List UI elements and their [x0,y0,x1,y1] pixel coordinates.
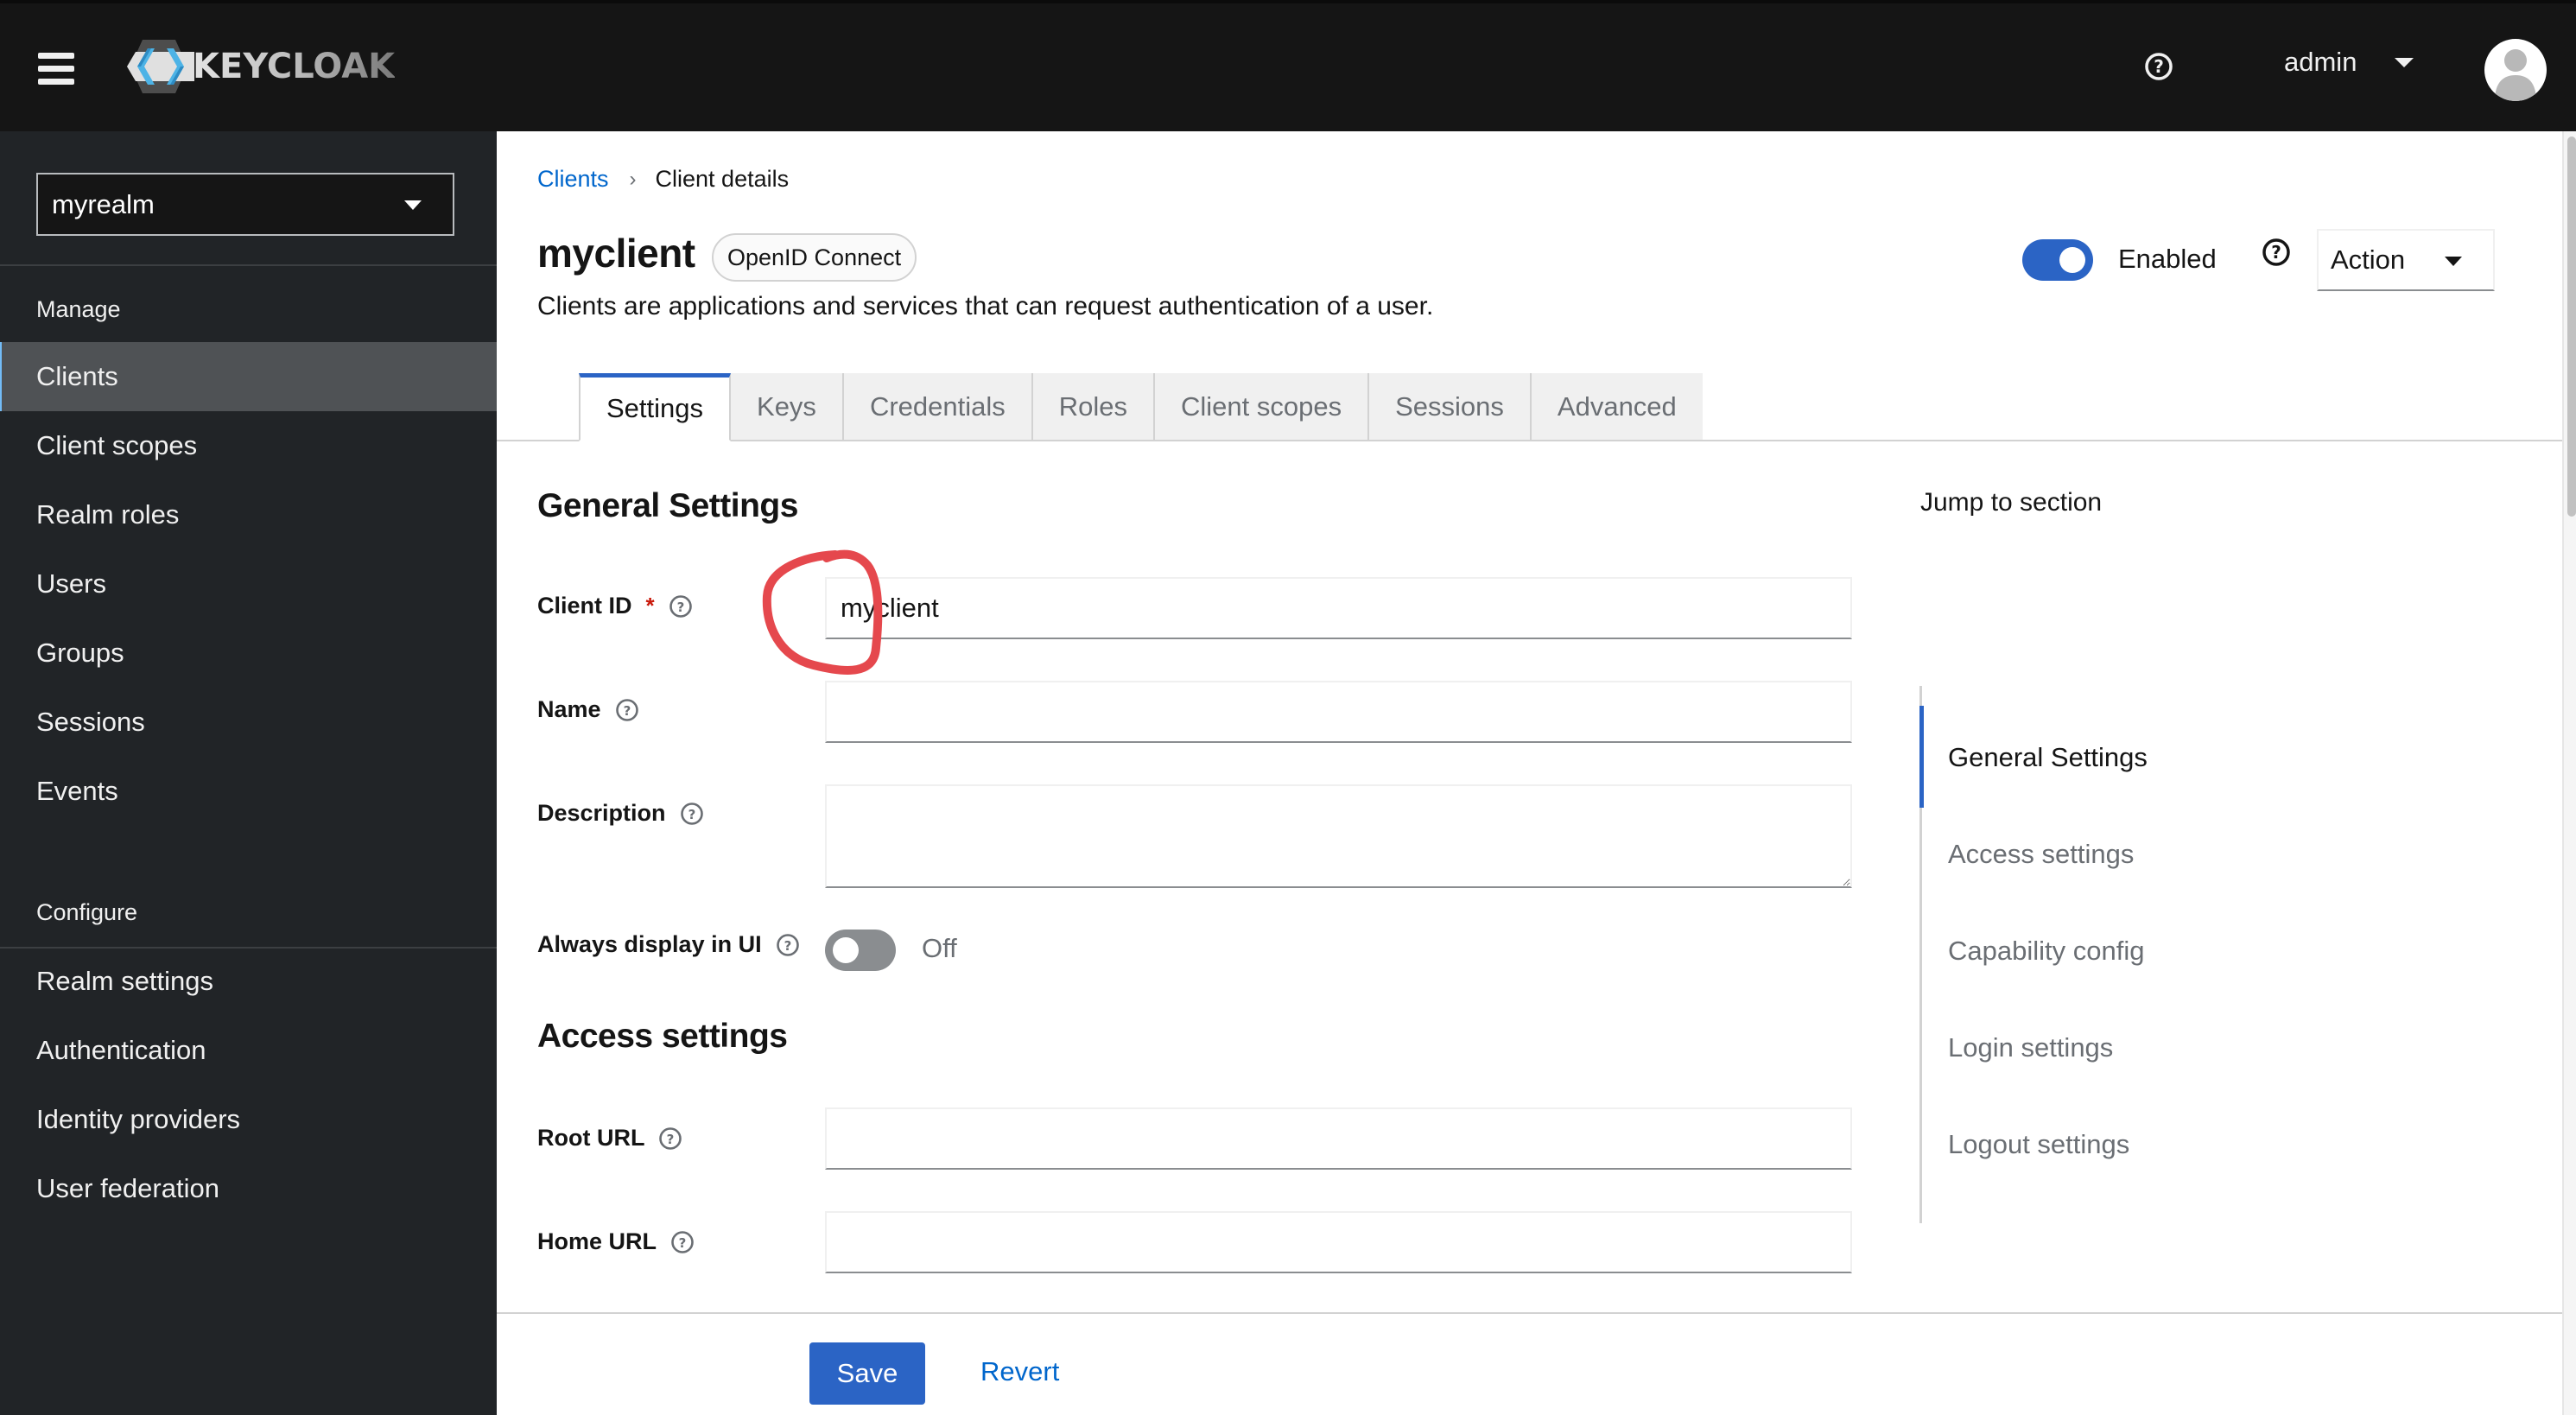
jump-link-capability-config[interactable]: Capability config [1948,936,2144,967]
realm-name: myrealm [52,188,155,219]
sidebar-item-groups[interactable]: Groups [0,619,497,688]
enabled-label: Enabled [2118,244,2217,274]
revert-button[interactable]: Revert [980,1356,1059,1387]
breadcrumb-current: Client details [655,166,790,192]
home-url-label: Home URL ? [537,1228,695,1255]
jump-link-login-settings[interactable]: Login settings [1948,1032,2113,1063]
jump-link-access-settings[interactable]: Access settings [1948,839,2134,870]
home-url-input[interactable] [825,1211,1852,1273]
svg-text:?: ? [784,938,791,954]
svg-text:?: ? [2271,242,2281,263]
sidebar-item-identity-providers[interactable]: Identity providers [0,1085,497,1154]
page-scrollbar-thumb[interactable] [2567,136,2576,517]
jump-active-indicator [1919,706,1924,808]
tab-client-scopes[interactable]: Client scopes [1155,373,1370,441]
realm-selector[interactable]: myrealm [36,173,454,236]
page-description: Clients are applications and services th… [537,292,1434,320]
general-settings-heading: General Settings [537,487,798,524]
svg-text:?: ? [679,1235,687,1251]
tab-credentials[interactable]: Credentials [843,373,1033,441]
help-circle-icon[interactable]: ? [776,933,800,957]
sidebar-item-authentication[interactable]: Authentication [0,1016,497,1085]
user-dropdown[interactable]: admin [2284,47,2414,78]
sidebar-item-sessions[interactable]: Sessions [0,688,497,757]
help-circle-icon[interactable]: ? [2144,52,2173,81]
sidebar-divider [0,264,497,266]
description-textarea[interactable] [825,784,1852,888]
client-id-input[interactable] [825,577,1852,639]
jump-link-general-settings[interactable]: General Settings [1948,742,2148,773]
client-id-label-text: Client ID [537,593,632,619]
breadcrumb: Clients › Client details [537,166,789,193]
svg-text:?: ? [2154,56,2164,77]
caret-down-icon [2395,57,2414,67]
sidebar-item-realm-settings[interactable]: Realm settings [0,947,497,1016]
protocol-badge: OpenID Connect [712,233,917,282]
always-display-state: Off [922,933,957,963]
enabled-toggle[interactable] [2022,239,2093,281]
keycloak-hexagon-icon [127,40,194,93]
save-button[interactable]: Save [809,1342,925,1405]
keycloak-logo[interactable]: KEYCLOAK [125,38,395,95]
name-label-text: Name [537,696,601,722]
description-label-text: Description [537,800,666,826]
root-url-label: Root URL ? [537,1125,682,1152]
caret-down-icon [404,200,422,210]
breadcrumb-clients-link[interactable]: Clients [537,166,609,193]
chevron-right-icon: › [629,167,637,191]
caret-down-icon [2445,257,2462,266]
svg-text:?: ? [688,807,695,822]
tab-keys[interactable]: Keys [731,373,844,441]
svg-text:?: ? [667,1132,675,1147]
toggle-knob [833,937,859,963]
help-circle-icon[interactable]: ? [615,698,639,722]
sidebar-item-events[interactable]: Events [0,757,497,826]
required-asterisk: * [645,593,655,619]
tab-settings[interactable]: Settings [579,373,732,441]
toggle-knob [2059,247,2085,273]
sidebar-item-realm-roles[interactable]: Realm roles [0,480,497,549]
user-avatar-icon[interactable] [2484,39,2547,101]
client-id-label: Client ID * ? [537,593,693,619]
sidebar-item-client-scopes[interactable]: Client scopes [0,411,497,480]
help-circle-icon[interactable]: ? [2262,238,2291,267]
jump-link-logout-settings[interactable]: Logout settings [1948,1129,2129,1160]
nav-group-manage: Manage [36,296,121,322]
sidebar-item-users[interactable]: Users [0,549,497,619]
svg-text:?: ? [623,703,631,719]
name-label: Name ? [537,696,639,723]
help-circle-icon[interactable]: ? [658,1126,682,1151]
hamburger-menu-icon[interactable] [38,53,74,85]
root-url-input[interactable] [825,1107,1852,1170]
main-content: Clients › Client details myclient OpenID… [497,131,2563,1415]
sidebar-item-clients[interactable]: Clients [0,342,497,411]
always-display-toggle[interactable] [825,930,896,971]
access-settings-heading: Access settings [537,1018,788,1055]
help-circle-icon[interactable]: ? [680,802,704,826]
client-tabs: Settings Keys Credentials Roles Client s… [579,373,1703,441]
svg-text:?: ? [676,600,684,615]
user-name: admin [2284,47,2357,77]
home-url-label-text: Home URL [537,1228,657,1254]
action-dropdown[interactable]: Action [2317,229,2495,291]
help-circle-icon[interactable]: ? [670,1230,695,1254]
tab-advanced[interactable]: Advanced [1531,373,1703,441]
tab-roles[interactable]: Roles [1032,373,1156,441]
sidebar-nav: myrealm Manage Clients Client scopes Rea… [0,131,497,1415]
help-circle-icon[interactable]: ? [669,594,693,619]
tab-sessions[interactable]: Sessions [1369,373,1532,441]
masthead: KEYCLOAK ? admin [0,0,2576,131]
footer-divider [497,1312,2563,1314]
brand-name: KEYCLOAK [193,47,396,86]
always-display-label-text: Always display in UI [537,931,762,957]
description-label: Description ? [537,800,704,827]
action-label: Action [2331,244,2406,275]
name-input[interactable] [825,681,1852,743]
always-display-label: Always display in UI ? [537,931,800,958]
jump-to-section-title: Jump to section [1920,488,2103,517]
sidebar-item-user-federation[interactable]: User federation [0,1154,497,1223]
nav-group-configure: Configure [36,899,138,925]
root-url-label-text: Root URL [537,1125,645,1151]
page-title: myclient [537,231,695,276]
